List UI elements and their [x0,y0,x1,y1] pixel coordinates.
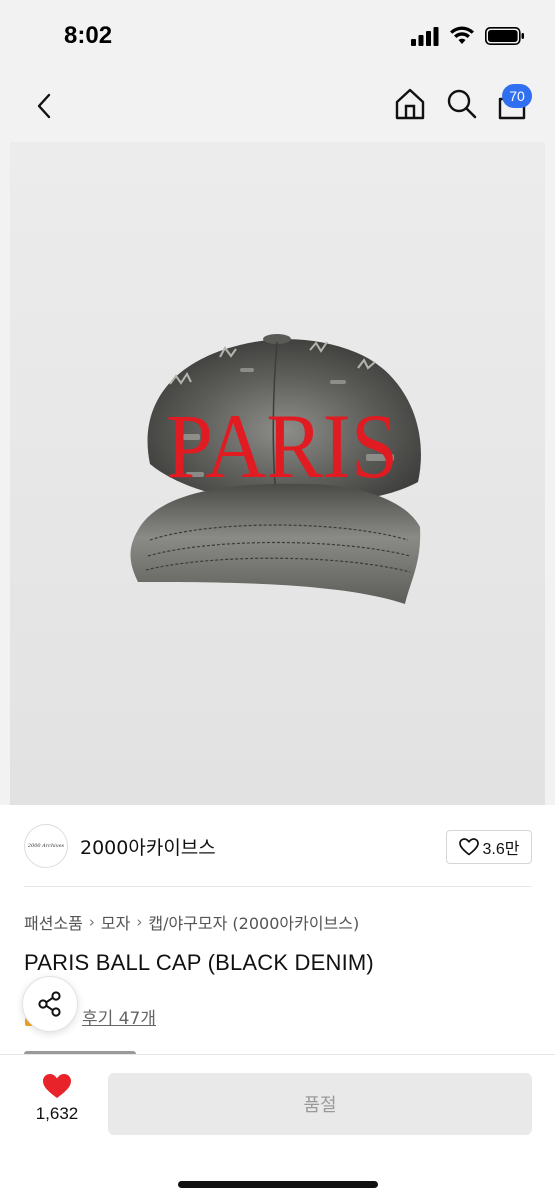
home-icon [395,88,425,120]
top-nav-bar [0,70,555,142]
back-button[interactable] [26,88,62,124]
brand-logo[interactable]: 2000 Archives [24,824,68,868]
chevron-right-icon: › [136,913,143,931]
breadcrumb-item[interactable]: 캡/야구모자 (2000아카이브스) [148,910,359,934]
breadcrumb-item[interactable]: 패션소품 [24,910,83,934]
home-indicator[interactable] [178,1181,378,1188]
brand-row[interactable]: 2000 Archives 2000아카이브스 3.6만 [0,806,555,886]
home-button[interactable] [392,86,428,122]
heart-outline-icon [458,838,479,856]
brand-like-count: 3.6만 [482,841,520,858]
cap-text: PARIS [166,396,398,498]
status-bar: 8:02 [0,0,555,70]
heart-filled-icon [43,1074,71,1098]
signal-icon [411,26,439,50]
battery-icon [485,26,525,50]
product-title: PARIS BALL CAP (BLACK DENIM) [24,950,374,975]
cart-count-badge: 70 [502,84,532,108]
denim-cap-illustration: PARIS [130,334,421,604]
divider [24,886,532,887]
sold-out-button[interactable]: 품절 [108,1073,532,1135]
product-image[interactable]: PARIS [10,142,545,805]
wishlist-count: 1,632 [35,1104,79,1123]
status-icons [411,26,525,50]
share-button[interactable] [22,976,78,1032]
chevron-right-icon: › [88,913,95,931]
status-time: 8:02 [64,22,113,49]
wifi-icon [449,26,475,50]
wishlist-button[interactable]: 1,632 [22,1073,92,1139]
bottom-action-bar: 1,632 품절 [0,1054,555,1200]
search-button[interactable] [444,86,480,122]
breadcrumb-item[interactable]: 모자 [101,910,130,934]
image-side-margin [545,142,555,805]
brand-like-button[interactable]: 3.6만 [446,830,532,864]
share-icon [38,991,61,1017]
review-count-link[interactable]: 후기 47개 [82,1004,156,1029]
chevron-left-icon [37,93,51,119]
breadcrumb: 패션소품 › 모자 › 캡/야구모자 (2000아카이브스) [24,910,359,934]
search-icon [447,89,477,119]
brand-name[interactable]: 2000아카이브스 [80,833,216,860]
image-side-margin [0,142,10,805]
